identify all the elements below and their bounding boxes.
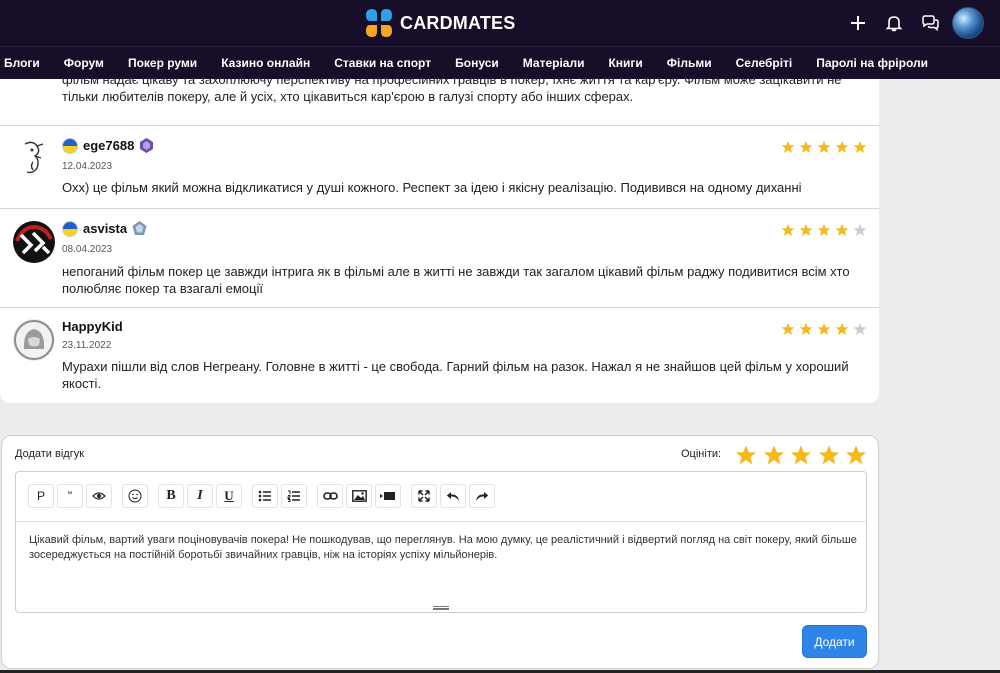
nav-item-casino[interactable]: Казино онлайн (209, 56, 322, 70)
nav-item-celebrities[interactable]: Селебріті (724, 56, 805, 70)
resize-handle[interactable] (433, 606, 449, 610)
star-filled-icon (817, 223, 831, 236)
logo-text: CARDMATES (400, 12, 516, 33)
rate-star-3[interactable] (790, 444, 812, 466)
rate-label: Оцініти: (681, 448, 722, 460)
review-rating (777, 140, 867, 154)
star-filled-icon (781, 140, 795, 153)
nav-item-bonuses[interactable]: Бонуси (443, 56, 511, 70)
rate-star-5[interactable] (845, 444, 867, 466)
site-logo[interactable]: CARDMATES (362, 6, 515, 40)
star-filled-icon (781, 223, 795, 236)
paragraph-button[interactable]: P (28, 484, 54, 508)
star-filled-icon (853, 140, 867, 153)
undo-button[interactable] (440, 484, 466, 508)
submit-review-button[interactable]: Додати (802, 625, 867, 658)
star-filled-icon (835, 322, 849, 335)
nav-item-films[interactable]: Фільми (655, 56, 724, 70)
star-filled-icon (799, 322, 813, 335)
undo-icon (446, 491, 459, 501)
review-date: 12.04.2023 (62, 161, 113, 172)
bold-button[interactable]: B (158, 484, 184, 508)
italic-button[interactable]: I (187, 484, 213, 508)
reviewer-avatar (13, 136, 55, 178)
star-filled-icon (835, 223, 849, 236)
ukraine-flag-icon (62, 220, 78, 237)
star-filled-icon (799, 140, 813, 153)
numbered-list-icon (287, 490, 300, 502)
add-review-form: Додати відгук Оцініти: P " B I U Цікавий… (1, 435, 879, 669)
reviewer-name[interactable]: HappyKid (62, 319, 123, 334)
link-button[interactable] (317, 484, 343, 508)
review-item: ege7688 12.04.2023 Охх) це фільм який мо… (0, 125, 879, 208)
rate-star-4[interactable] (818, 444, 840, 466)
form-title: Додати відгук (15, 448, 85, 460)
editor-toolbar: P " B I U (16, 472, 866, 522)
star-filled-icon (781, 322, 795, 335)
rate-star-2[interactable] (763, 444, 785, 466)
user-avatar[interactable] (952, 7, 984, 39)
header-actions (840, 4, 984, 42)
image-icon (351, 490, 367, 502)
star-filled-icon (799, 223, 813, 236)
link-icon (322, 492, 338, 500)
nav-item-blogs[interactable]: Блоги (4, 56, 52, 70)
review-text: Мурахи пішли від слов Негреану. Головне … (62, 359, 849, 391)
reviews-list: фільм надає цікаву та захоплюючу перспек… (0, 79, 879, 403)
video-button[interactable] (375, 484, 401, 508)
cardmates-logo-icon (362, 6, 396, 40)
underline-button[interactable]: U (216, 484, 242, 508)
review-item: asvista 08.04.2023 непоганий фільм покер… (0, 208, 879, 307)
emoji-button[interactable] (122, 484, 148, 508)
star-empty-icon (853, 322, 867, 335)
expand-icon (418, 490, 430, 502)
main-nav: Блоги Форум Покер руми Казино онлайн Ста… (0, 46, 1000, 79)
nav-item-sports-betting[interactable]: Ставки на спорт (322, 56, 443, 70)
review-editor: P " B I U Цікавий фільм, вартий уваги по… (15, 471, 867, 613)
bullet-list-icon (258, 490, 271, 502)
review-date: 08.04.2023 (62, 244, 113, 255)
bullet-list-button[interactable] (252, 484, 278, 508)
chat-icon[interactable] (912, 5, 948, 41)
numbered-list-button[interactable] (281, 484, 307, 508)
smile-icon (128, 489, 142, 503)
bell-icon[interactable] (876, 5, 912, 41)
top-header: CARDMATES (0, 0, 1000, 46)
review-date: 23.11.2022 (62, 340, 112, 351)
nav-item-forum[interactable]: Форум (52, 56, 116, 70)
plus-icon[interactable] (840, 5, 876, 41)
review-rating (777, 322, 867, 336)
star-filled-icon (835, 140, 849, 153)
rate-star-1[interactable] (735, 444, 757, 466)
fullscreen-button[interactable] (411, 484, 437, 508)
redo-button[interactable] (469, 484, 495, 508)
image-button[interactable] (346, 484, 372, 508)
star-filled-icon (817, 140, 831, 153)
review-item: HappyKid 23.11.2022 Мурахи пішли від сло… (0, 307, 879, 403)
reviewer-avatar (13, 319, 55, 361)
redo-icon (476, 491, 489, 501)
review-textarea[interactable]: Цікавий фільм, вартий уваги поціновувачі… (29, 533, 859, 563)
reviewer-avatar (13, 221, 55, 263)
preview-button[interactable] (86, 484, 112, 508)
eye-icon (92, 492, 106, 500)
star-empty-icon (853, 223, 867, 236)
rating-input (735, 444, 873, 466)
rank-badge-icon (138, 137, 155, 154)
review-text: непоганий фільм покер це завжди інтрига … (62, 264, 850, 296)
nav-item-materials[interactable]: Матеріали (511, 56, 597, 70)
reviewer-name[interactable]: asvista (83, 221, 127, 236)
quote-button[interactable]: " (57, 484, 83, 508)
nav-item-freeroll-passwords[interactable]: Паролі на фріроли (804, 56, 940, 70)
review-rating (777, 223, 867, 237)
rank-badge-icon (131, 220, 148, 237)
nav-item-books[interactable]: Книги (596, 56, 654, 70)
video-icon (380, 492, 395, 500)
ukraine-flag-icon (62, 137, 78, 154)
review-continuation-text: фільм надає цікаву та захоплюючу перспек… (62, 79, 842, 104)
review-text: Охх) це фільм який можна відкликатися у … (62, 180, 802, 195)
reviewer-name[interactable]: ege7688 (83, 138, 134, 153)
nav-item-poker-rooms[interactable]: Покер руми (116, 56, 209, 70)
star-filled-icon (817, 322, 831, 335)
